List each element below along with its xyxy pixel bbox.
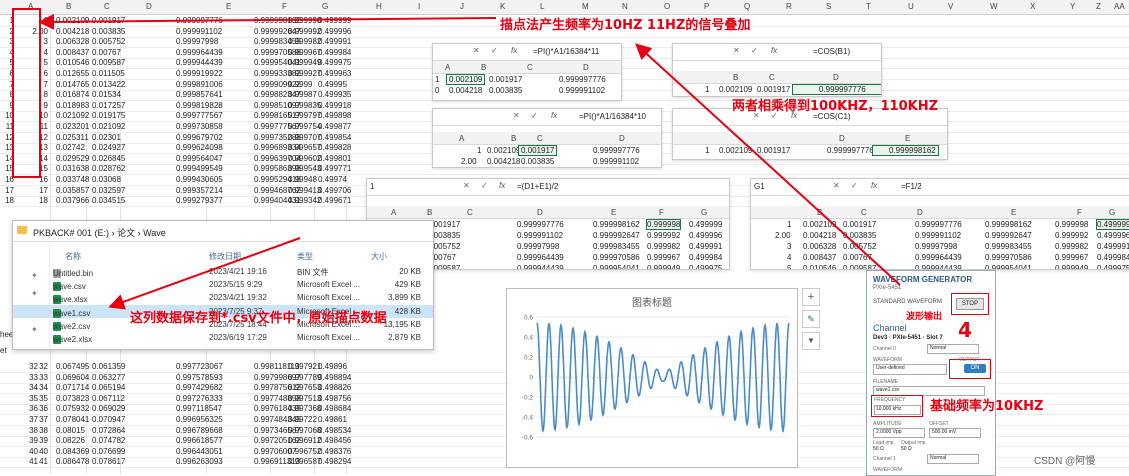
annotation-multiply: 两者相乘得到100KHZ，110KHZ: [732, 99, 939, 114]
annotation-wave-output: 波形输出: [906, 312, 943, 322]
annotation-file: 这列数据保存到*.csv文件中，原始描点数据: [130, 311, 387, 326]
arrow-to-file: [108, 237, 301, 310]
arrow-to-column-a: [38, 13, 497, 30]
annotation-base-freq: 基础频率为10KHZ: [930, 399, 1044, 414]
annotation-top: 描点法产生频率为10HZ 11HZ的信号叠加: [500, 18, 751, 33]
annotation-four: 4: [958, 318, 972, 342]
arrow-to-formula: [635, 43, 901, 286]
watermark: CSDN @阿慢: [1034, 456, 1096, 467]
